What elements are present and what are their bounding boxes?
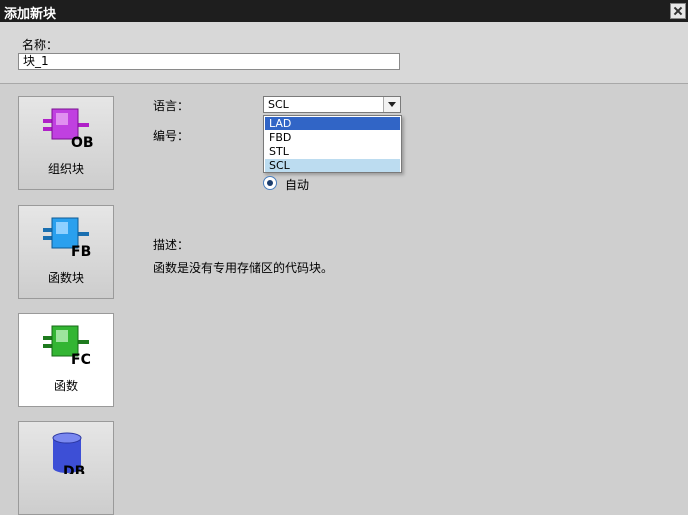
block-type-ob-button[interactable]: OB 组织块 [18,96,114,190]
close-button[interactable] [670,3,686,19]
name-section: 名称： 块_1 [0,22,688,84]
name-label: 名称： [22,38,59,52]
function-block-icon: FB [43,217,91,258]
auto-number-label: 自动 [285,178,310,192]
language-option-stl[interactable]: STL [265,145,400,158]
language-label: 语言： [153,99,190,113]
svg-text:DB: DB [63,464,85,474]
block-type-label: 函数 [53,379,78,393]
svg-text:OB: OB [71,135,93,149]
description-label: 描述： [153,238,190,252]
block-type-label: 组织块 [47,162,84,176]
svg-text:FC: FC [71,352,91,366]
block-type-db-button[interactable]: DB [18,421,114,515]
language-dropdown-list: LAD FBD STL SCL [263,115,402,173]
function-icon: FC [43,325,91,366]
organization-block-icon: OB [43,108,93,149]
block-type-label: 函数块 [47,271,84,285]
block-type-fc-button[interactable]: FC 函数 [18,313,114,407]
language-option-lad[interactable]: LAD [265,117,400,130]
block-type-fb-button[interactable]: FB 函数块 [18,205,114,299]
language-selected-value: SCL [268,98,289,111]
language-option-scl[interactable]: SCL [265,159,400,172]
number-label: 编号： [153,129,190,143]
svg-text:FB: FB [71,244,91,258]
chevron-down-icon [388,102,396,107]
language-option-fbd[interactable]: FBD [265,131,400,144]
dialog-title: 添加新块 [4,7,57,22]
description-text: 函数是没有专用存储区的代码块。 [153,261,334,275]
auto-number-radio[interactable] [263,176,277,190]
radio-selected-dot [267,180,273,186]
language-select[interactable]: SCL [263,96,401,113]
name-input[interactable]: 块_1 [18,53,400,70]
data-block-icon: DB [52,432,85,474]
dropdown-button[interactable] [383,97,400,112]
title-bar: 添加新块 [0,0,688,22]
